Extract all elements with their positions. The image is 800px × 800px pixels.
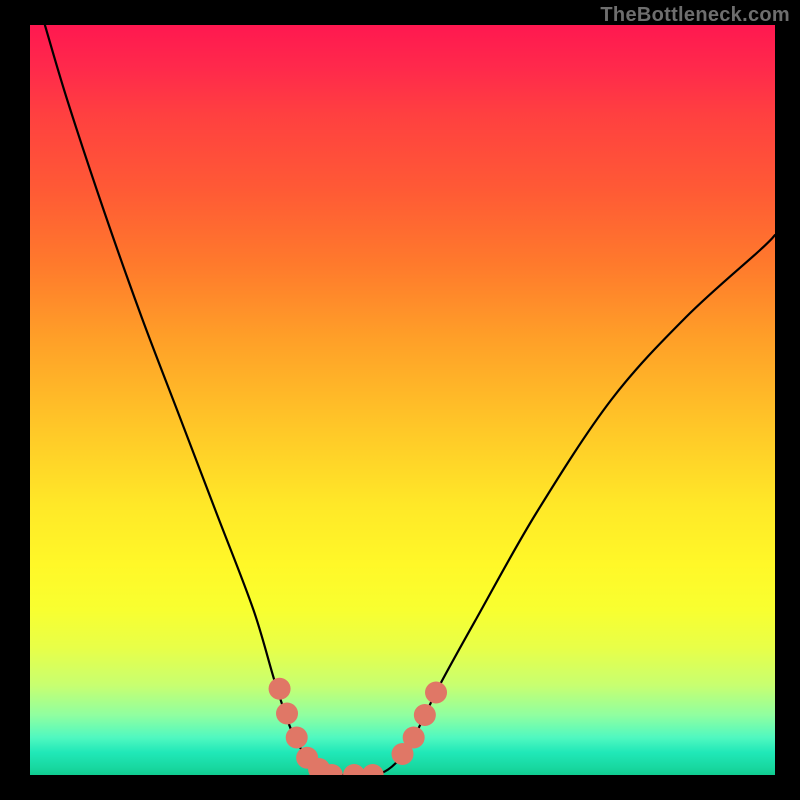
highlight-marker <box>362 764 384 775</box>
chart-frame: TheBottleneck.com <box>0 0 800 800</box>
highlight-marker <box>343 764 365 775</box>
watermark-label: TheBottleneck.com <box>600 4 790 27</box>
highlight-marker <box>403 727 425 749</box>
highlight-marker <box>414 704 436 726</box>
plot-area <box>30 25 775 775</box>
highlight-marker <box>276 703 298 725</box>
highlight-marker <box>286 727 308 749</box>
main-curve <box>45 25 775 775</box>
highlight-marker <box>425 682 447 704</box>
curve-layer <box>30 25 775 775</box>
highlight-marker <box>269 678 291 700</box>
